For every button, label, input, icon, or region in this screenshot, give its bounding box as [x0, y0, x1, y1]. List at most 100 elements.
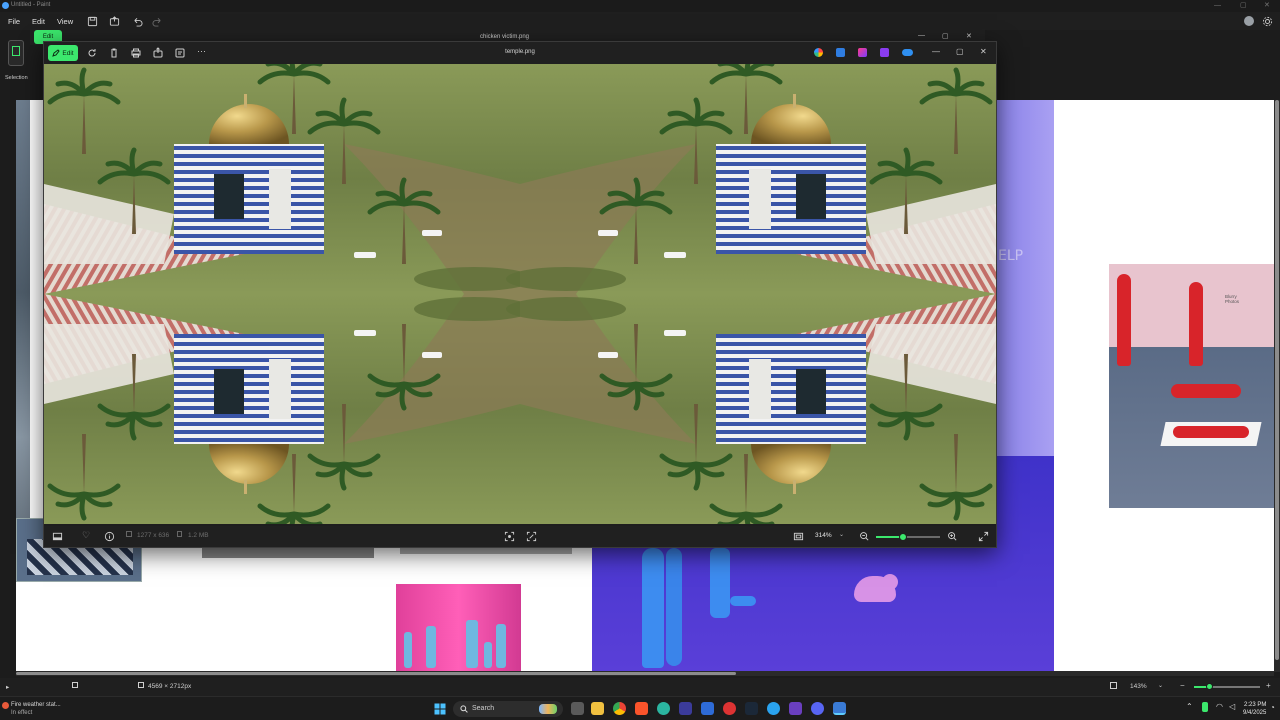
clipchamp-app-icon[interactable]: [880, 48, 889, 57]
photo-zoom-level[interactable]: 314%: [815, 532, 832, 539]
file-size: 1.2 MB: [188, 532, 209, 539]
zoom-out-icon[interactable]: [859, 531, 870, 542]
steam-icon[interactable]: [745, 702, 758, 715]
paint-maximize-button[interactable]: ▢: [1240, 1, 1247, 9]
photo-zoom-slider-thumb[interactable]: [898, 533, 907, 541]
brave-icon[interactable]: [635, 702, 648, 715]
weather-title: Fire weather stat...: [11, 702, 61, 708]
canvas-vertical-scrollbar[interactable]: [1274, 100, 1280, 672]
redo-icon[interactable]: [152, 16, 163, 27]
weather-subtitle: In effect: [11, 710, 33, 716]
paint-window-title: Untitled - Paint: [11, 2, 51, 8]
app-icon-2[interactable]: [701, 702, 714, 715]
info-icon[interactable]: [104, 531, 115, 542]
selection-rect-icon: [12, 46, 20, 56]
canvas-text-note: Blurry Photos: [1225, 294, 1240, 304]
menu-view[interactable]: View: [57, 17, 73, 26]
copilot-icon[interactable]: [814, 48, 823, 57]
pointer-icon: ▸: [6, 684, 10, 691]
onedrive-icon[interactable]: [902, 49, 913, 56]
paint-minimize-button[interactable]: —: [1214, 2, 1221, 9]
photo-editor-app-icon[interactable]: [836, 48, 845, 57]
zoom-in-icon[interactable]: +: [1266, 681, 1271, 690]
canvas-image-pink-family: [396, 584, 521, 672]
canvas-image-gray-strip-2: [400, 548, 572, 554]
undo-icon[interactable]: [132, 16, 143, 27]
task-view-icon[interactable]: [571, 702, 584, 715]
weather-alert-icon: [2, 702, 9, 709]
menu-file[interactable]: File: [8, 17, 20, 26]
canvas-size-text: 4569 × 2712px: [148, 683, 192, 690]
volume-icon[interactable]: ◁: [1229, 702, 1235, 711]
close-button[interactable]: ✕: [980, 47, 987, 56]
zoom-dropdown-chevron-icon[interactable]: ⌄: [1158, 682, 1163, 689]
photos-toolbar: Edit ··· temple.png — ▢ ✕: [44, 42, 996, 64]
paint-status-bar: ▸ 4569 × 2712px 143% ⌄ − +: [0, 678, 1280, 696]
tray-app-icon[interactable]: [1202, 702, 1208, 712]
menu-edit[interactable]: Edit: [32, 17, 45, 26]
back-maximize-button[interactable]: ▢: [942, 32, 949, 40]
fit-to-window-icon[interactable]: [793, 531, 804, 542]
paint-zoom-slider-thumb[interactable]: [1206, 683, 1213, 690]
back-window-title: chicken victim.png: [480, 34, 530, 40]
canvas-image-red-figures: Blurry Photos: [1109, 264, 1274, 508]
app-icon-3[interactable]: [723, 702, 736, 715]
selection-size-icon: [72, 682, 78, 688]
zoom-in-icon[interactable]: [947, 531, 958, 542]
discord-icon[interactable]: [811, 702, 824, 715]
back-minimize-button[interactable]: —: [918, 32, 925, 39]
photo-zoom-slider[interactable]: [876, 533, 940, 541]
account-avatar[interactable]: [1244, 16, 1254, 26]
paint-close-button[interactable]: ✕: [1264, 1, 1270, 9]
visual-search-icon[interactable]: [504, 531, 515, 542]
windows-taskbar: Fire weather stat... In effect Search ⌃ …: [0, 696, 1280, 720]
erase-objects-icon[interactable]: [526, 531, 537, 542]
search-placeholder: Search: [472, 705, 495, 712]
file-explorer-icon[interactable]: [591, 702, 604, 715]
paint-app-icon: [2, 2, 9, 9]
zoom-out-icon[interactable]: −: [1180, 681, 1185, 690]
search-icon: [460, 705, 468, 713]
app-icon-5[interactable]: [789, 702, 802, 715]
paint-selection-tool-group: Selection: [0, 36, 30, 106]
temple-image: [44, 64, 996, 524]
tray-overflow-chevron-icon[interactable]: ⌃: [1186, 702, 1193, 711]
favorite-heart-icon[interactable]: ♡: [82, 530, 90, 541]
wifi-icon[interactable]: ◠: [1216, 702, 1223, 711]
app-icon-4[interactable]: [767, 702, 780, 715]
file-size-icon: [177, 531, 182, 537]
windows-start-icon[interactable]: [434, 703, 446, 715]
taskbar-search-box[interactable]: Search: [453, 701, 563, 717]
taskbar-clock[interactable]: 2:23 PM 9/4/2025: [1243, 701, 1266, 717]
gear-icon[interactable]: [1262, 16, 1273, 27]
designer-app-icon[interactable]: [858, 48, 867, 57]
photos-taskbar-icon[interactable]: [833, 702, 846, 715]
photo-viewer-image[interactable]: [44, 64, 996, 524]
canvas-horizontal-scrollbar[interactable]: [16, 671, 1274, 676]
app-icon-1[interactable]: [679, 702, 692, 715]
canvas-text-help: ELP: [998, 248, 1024, 264]
canvas-image-gray-strip: [202, 548, 374, 558]
clock-time: 2:23 PM: [1244, 702, 1267, 708]
canvas-image-lavender: ELP: [996, 100, 1054, 456]
dimensions-icon: [126, 531, 132, 537]
paint-zoom-level[interactable]: 143%: [1130, 683, 1147, 690]
fit-to-window-icon[interactable]: [1110, 682, 1117, 689]
save-icon[interactable]: [87, 16, 98, 27]
photos-window-title: temple.png: [505, 49, 535, 55]
notifications-icon[interactable]: ◔: [1270, 703, 1275, 712]
filmstrip-icon[interactable]: [52, 531, 63, 542]
paint-zoom-slider[interactable]: [1194, 683, 1260, 690]
weather-widget[interactable]: Fire weather stat... In effect: [2, 701, 61, 717]
maximize-button[interactable]: ▢: [956, 47, 964, 56]
selection-tool-button[interactable]: [8, 40, 24, 66]
zoom-dropdown-chevron-icon[interactable]: ⌄: [839, 531, 844, 538]
share-icon[interactable]: [109, 16, 120, 27]
chrome-icon[interactable]: [613, 702, 626, 715]
fullscreen-icon[interactable]: [978, 531, 989, 542]
photos-footer: ♡ 1277 x 636 1.2 MB 314% ⌄: [44, 526, 996, 547]
search-highlight-icon: [539, 704, 557, 714]
edge-icon[interactable]: [657, 702, 670, 715]
back-close-button[interactable]: ✕: [966, 32, 972, 40]
minimize-button[interactable]: —: [932, 47, 940, 56]
